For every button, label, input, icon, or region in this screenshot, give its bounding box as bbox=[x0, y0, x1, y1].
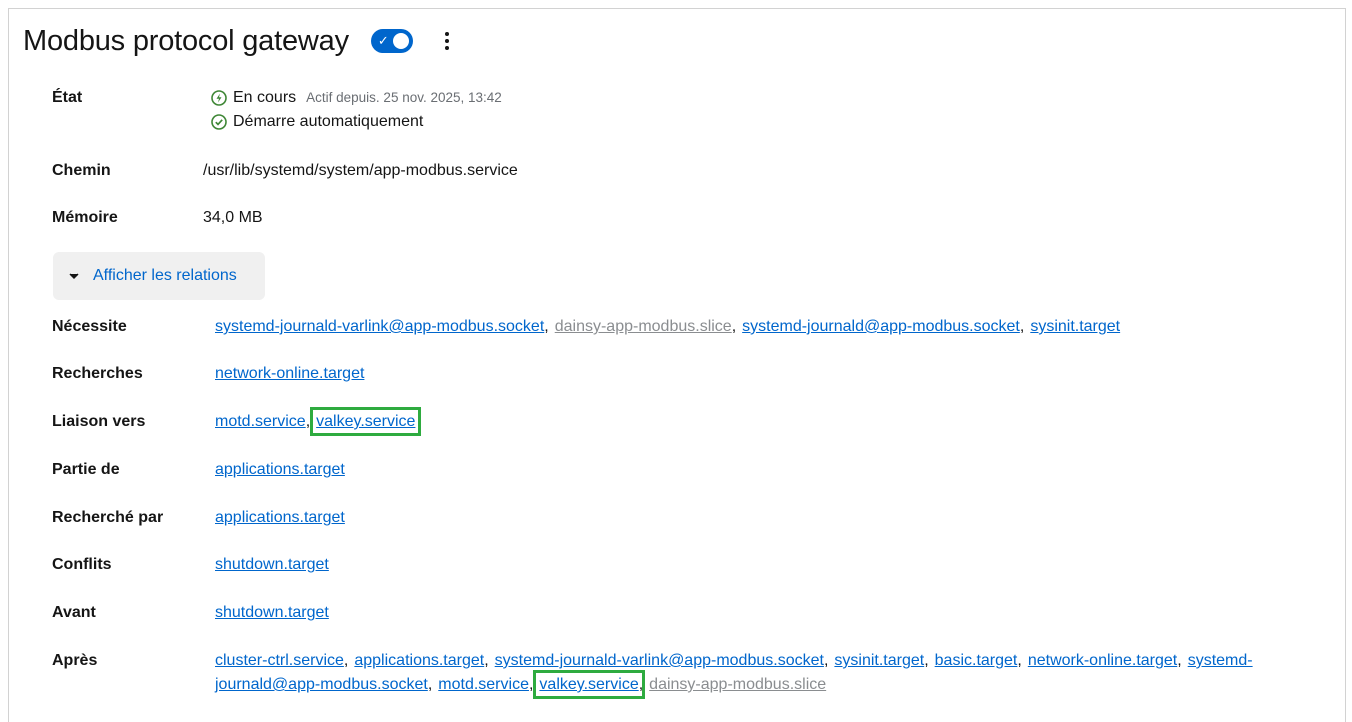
relation-link[interactable]: network-online.target bbox=[1028, 652, 1177, 669]
show-relations-button[interactable]: Afficher les relations bbox=[53, 252, 265, 300]
chevron-down-icon bbox=[69, 271, 79, 281]
service-enable-toggle[interactable]: ✓ bbox=[370, 29, 413, 53]
relation-link[interactable]: systemd-journald-varlink@app-modbus.sock… bbox=[495, 652, 824, 669]
relation-label: Conflits bbox=[52, 556, 112, 573]
link-separator: , bbox=[484, 652, 489, 669]
relation-link[interactable]: valkey.service bbox=[310, 407, 422, 436]
relation-link[interactable]: valkey.service bbox=[533, 670, 645, 699]
relation-links: shutdown.target bbox=[215, 553, 329, 577]
relation-link[interactable]: basic.target bbox=[935, 652, 1018, 669]
relation-links: motd.service, valkey.service bbox=[215, 407, 422, 436]
check-circle-icon bbox=[211, 114, 227, 130]
card-header: Modbus protocol gateway ✓ bbox=[23, 21, 457, 61]
relation-link[interactable]: applications.target bbox=[215, 461, 345, 478]
relation-links: network-online.target bbox=[215, 362, 364, 386]
relation-links: systemd-journald-varlink@app-modbus.sock… bbox=[215, 315, 1120, 339]
link-separator: , bbox=[1019, 318, 1025, 335]
service-details-card: Modbus protocol gateway ✓ État En cours … bbox=[8, 8, 1346, 722]
relation-label: Recherches bbox=[52, 365, 143, 382]
relation-link[interactable]: shutdown.target bbox=[215, 556, 329, 573]
link-separator: , bbox=[731, 318, 737, 335]
link-separator: , bbox=[427, 676, 433, 693]
check-icon: ✓ bbox=[377, 33, 389, 48]
relation-link[interactable]: dainsy-app-modbus.slice bbox=[555, 318, 732, 335]
memory-label: Mémoire bbox=[52, 209, 118, 226]
relation-link[interactable]: shutdown.target bbox=[215, 604, 329, 621]
show-relations-label: Afficher les relations bbox=[93, 267, 237, 284]
state-text: En cours bbox=[233, 89, 297, 106]
link-separator: , bbox=[343, 652, 349, 669]
path-label: Chemin bbox=[52, 162, 111, 179]
link-separator: , bbox=[924, 652, 929, 669]
service-title: Modbus protocol gateway bbox=[23, 24, 349, 57]
link-separator: , bbox=[1017, 652, 1022, 669]
relation-link[interactable]: sysinit.target bbox=[834, 652, 924, 669]
relation-links: applications.target bbox=[215, 506, 345, 530]
relation-link[interactable]: applications.target bbox=[354, 652, 484, 669]
state-label: État bbox=[52, 89, 83, 106]
toggle-knob bbox=[392, 33, 409, 49]
relation-link[interactable]: motd.service bbox=[215, 413, 306, 430]
link-separator: , bbox=[823, 652, 829, 669]
relation-label: Liaison vers bbox=[52, 413, 146, 430]
relation-label: Partie de bbox=[52, 461, 120, 478]
relation-link[interactable]: network-online.target bbox=[215, 365, 364, 382]
state-value: En cours Actif depuis. 25 nov. 2025, 13:… bbox=[211, 86, 502, 134]
kebab-menu-icon[interactable] bbox=[437, 26, 457, 56]
state-since: Actif depuis. 25 nov. 2025, 13:42 bbox=[306, 90, 502, 105]
relation-links: cluster-ctrl.service, applications.target… bbox=[215, 649, 1340, 699]
link-separator: , bbox=[528, 676, 534, 693]
link-separator: , bbox=[1177, 652, 1182, 669]
relation-label: Avant bbox=[52, 604, 96, 621]
link-separator: , bbox=[305, 413, 311, 430]
relation-link[interactable]: systemd-journald-varlink@app-modbus.sock… bbox=[215, 318, 544, 335]
memory-value: 34,0 MB bbox=[203, 209, 263, 226]
link-separator: , bbox=[544, 318, 549, 335]
relation-label: Recherché par bbox=[52, 509, 164, 526]
relation-link[interactable]: cluster-ctrl.service bbox=[215, 652, 344, 669]
relation-link[interactable]: dainsy-app-modbus.slice bbox=[649, 676, 826, 693]
relation-link[interactable]: applications.target bbox=[215, 509, 345, 526]
relation-links: shutdown.target bbox=[215, 601, 329, 625]
path-value: /usr/lib/systemd/system/app-modbus.servi… bbox=[203, 162, 518, 179]
relation-link[interactable]: sysinit.target bbox=[1030, 318, 1120, 335]
running-icon bbox=[211, 90, 227, 106]
relation-link[interactable]: motd.service bbox=[438, 676, 529, 693]
relation-label: Après bbox=[52, 652, 98, 669]
relation-label: Nécessite bbox=[52, 318, 127, 335]
autostart-text: Démarre automatiquement bbox=[233, 113, 424, 130]
link-separator: , bbox=[638, 676, 644, 693]
relation-link[interactable]: systemd-journald@app-modbus.socket bbox=[742, 318, 1020, 335]
relation-links: applications.target bbox=[215, 458, 345, 482]
